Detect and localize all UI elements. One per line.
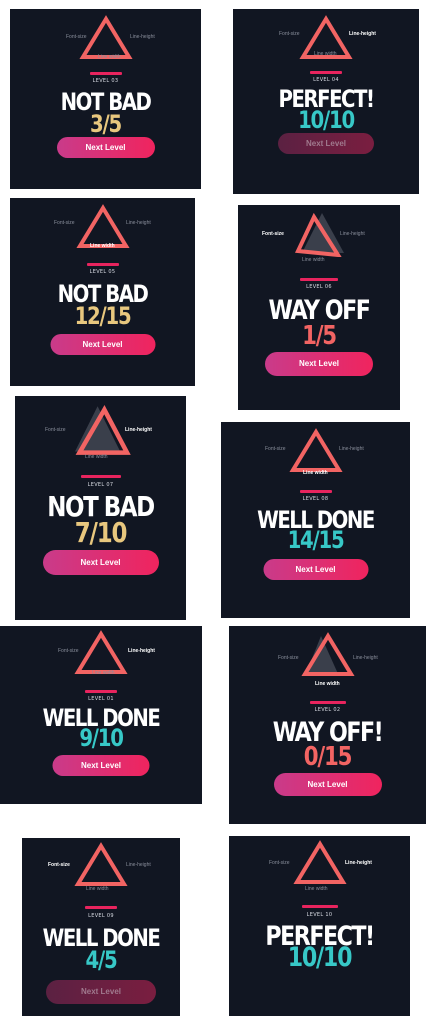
triangle-icon (74, 842, 128, 888)
line-height-label[interactable]: Line-height (128, 648, 155, 654)
line-width-label[interactable]: Line width (314, 51, 337, 57)
font-size-label[interactable]: Font-size (54, 220, 75, 226)
line-width-label[interactable]: Line width (303, 470, 328, 476)
score: 4/5 (85, 946, 118, 974)
font-size-label[interactable]: Font-size (45, 427, 66, 433)
result-card: Font-size Line-height Line width LEVEL 0… (15, 396, 186, 620)
result-card: Font-size Line-height Line width LEVEL 0… (229, 626, 426, 824)
score: 1/5 (302, 321, 337, 351)
line-height-label[interactable]: Line-height (126, 862, 151, 868)
level-label: LEVEL 09 (88, 913, 114, 919)
level-label: LEVEL 05 (89, 269, 116, 275)
font-size-label[interactable]: Font-size (265, 446, 286, 452)
result-card: Font-size Line-height Line width LEVEL 0… (0, 626, 202, 804)
next-level-button[interactable]: Next Level (265, 352, 373, 376)
font-size-label[interactable]: Font-size (279, 31, 300, 37)
result-card: Font-size Line-height Line width LEVEL 1… (229, 836, 410, 1016)
line-width-label[interactable]: Line width (90, 243, 115, 249)
next-level-button[interactable]: Next Level (56, 137, 155, 158)
font-size-label[interactable]: Font-size (58, 648, 79, 654)
line-height-label[interactable]: Line-height (349, 31, 376, 37)
level-bar (299, 490, 332, 493)
score: 0/15 (303, 742, 353, 772)
score: 12/15 (74, 302, 132, 330)
level-bar (301, 905, 338, 908)
level-bar (310, 71, 342, 74)
triangle-icon (70, 404, 132, 456)
line-width-label[interactable]: Line width (315, 681, 340, 687)
font-size-label[interactable]: Font-size (262, 231, 284, 237)
level-label: LEVEL 07 (87, 482, 114, 488)
level-label: LEVEL 01 (88, 696, 114, 702)
line-height-label[interactable]: Line-height (353, 655, 378, 661)
font-size-label[interactable]: Font-size (278, 655, 299, 661)
level-bar (300, 278, 338, 281)
font-size-label[interactable]: Font-size (66, 34, 87, 40)
line-height-label[interactable]: Line-height (126, 220, 151, 226)
line-width-label[interactable]: Line width (86, 886, 109, 892)
line-width-label[interactable]: Line width (305, 886, 328, 892)
result-card: Font-size Line-height Line width LEVEL 0… (233, 9, 419, 194)
score: 10/10 (287, 942, 353, 973)
level-label: LEVEL 08 (302, 496, 329, 502)
level-bar (89, 72, 122, 75)
result-card: Font-size Line-height Line width LEVEL 0… (221, 422, 410, 618)
triangle-icon (300, 632, 355, 678)
result-card: Font-size Line-height Line width LEVEL 0… (10, 198, 195, 386)
line-height-label[interactable]: Line-height (345, 860, 372, 866)
line-height-label[interactable]: Line-height (130, 34, 155, 40)
level-bar (86, 263, 119, 266)
score: 14/15 (287, 526, 345, 554)
line-width-label[interactable]: Line width (85, 454, 108, 460)
result-card: Font-size Line-height Line width LEVEL 0… (10, 9, 201, 189)
score: 7/10 (74, 516, 128, 549)
score: 3/5 (90, 110, 122, 138)
next-level-button[interactable]: Next Level (42, 550, 159, 575)
level-label: LEVEL 06 (306, 284, 332, 290)
level-bar (80, 475, 121, 478)
level-bar (85, 690, 117, 693)
level-label: LEVEL 04 (313, 77, 339, 83)
triangle-icon (292, 840, 347, 886)
next-level-button[interactable]: Next Level (46, 980, 156, 1004)
line-height-label[interactable]: Line-height (339, 446, 364, 452)
line-width-label[interactable]: Line width (302, 257, 325, 263)
line-height-label[interactable]: Line-height (340, 231, 365, 237)
level-label: LEVEL 02 (314, 707, 341, 713)
score: 9/10 (79, 724, 124, 752)
line-width-label[interactable]: Line width (98, 54, 121, 60)
font-size-label[interactable]: Font-size (269, 860, 290, 866)
level-label: LEVEL 10 (306, 912, 333, 918)
triangle-icon (288, 428, 343, 474)
triangle-icon (292, 211, 346, 257)
result-card: Font-size Line-height Line width LEVEL 0… (238, 205, 400, 410)
next-level-button[interactable]: Next Level (263, 559, 368, 580)
result-title: WAY OFF (268, 295, 371, 326)
level-bar (85, 906, 117, 909)
result-card: Font-size Line-height Line width LEVEL 0… (22, 838, 180, 1016)
font-size-label[interactable]: Font-size (48, 862, 70, 868)
level-label: LEVEL 03 (92, 78, 119, 84)
next-level-button[interactable]: Next Level (273, 773, 382, 796)
line-height-label[interactable]: Line-height (125, 427, 152, 433)
next-level-button[interactable]: Next Level (278, 133, 374, 154)
next-level-button[interactable]: Next Level (52, 755, 150, 776)
level-bar (309, 701, 346, 704)
score: 10/10 (298, 106, 355, 134)
line-width-label[interactable]: Line width (92, 670, 115, 676)
next-level-button[interactable]: Next Level (50, 334, 155, 355)
